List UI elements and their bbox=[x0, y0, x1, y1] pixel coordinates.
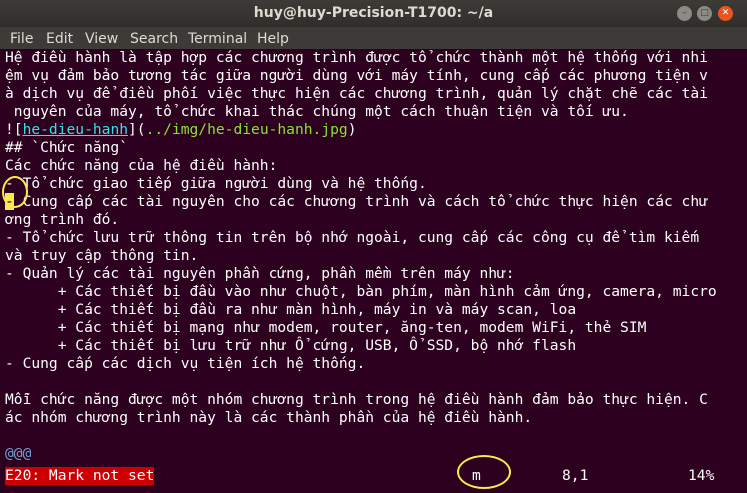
menu-bar: File Edit View Search Terminal Help bbox=[0, 27, 747, 49]
image-alt-text: he-dieu-hanh bbox=[22, 121, 129, 138]
text-line: - Tổ chức lưu trữ thông tin trên bộ nhớ … bbox=[5, 229, 700, 246]
window-title: huy@huy-Precision-T1700: ~/a bbox=[253, 5, 494, 21]
text-line: ơng trình đó. bbox=[5, 211, 120, 228]
menu-edit[interactable]: Edit bbox=[46, 31, 73, 47]
md-bracket: ) bbox=[347, 121, 357, 138]
scroll-percent: 14% bbox=[688, 467, 715, 484]
menu-search[interactable]: Search bbox=[130, 31, 178, 47]
text-line: - Cung cấp các dịch vụ tiện ích hệ thống… bbox=[5, 355, 366, 372]
image-path: ../img/he-dieu-hanh.jpg bbox=[145, 121, 348, 138]
cursor-line-text: Cung cấp các tài nguyên cho các chương t… bbox=[13, 193, 708, 210]
md-bracket: ![ bbox=[5, 121, 23, 138]
menu-view[interactable]: View bbox=[85, 31, 118, 47]
text-line: nguyên của máy, tổ chức khai thác chúng … bbox=[5, 103, 629, 120]
filler-line: @@@ bbox=[5, 445, 32, 462]
minimize-button[interactable]: – bbox=[677, 6, 692, 21]
cursor-position: 8,1 bbox=[562, 467, 589, 484]
title-bar: huy@huy-Precision-T1700: ~/a – □ ✕ bbox=[0, 0, 747, 27]
maximize-button[interactable]: □ bbox=[697, 6, 712, 21]
text-line: Hệ điều hành là tập hợp các chương trình… bbox=[5, 49, 708, 66]
highlight-circle bbox=[457, 455, 511, 489]
text-line: + Các thiết bị đầu vào như chuột, bàn ph… bbox=[5, 283, 717, 300]
text-line: + Các thiết bị mạng như modem, router, ă… bbox=[5, 319, 647, 336]
menu-file[interactable]: File bbox=[10, 31, 33, 47]
image-link-line: ![he-dieu-hanh](../img/he-dieu-hanh.jpg) bbox=[5, 121, 356, 139]
text-line: + Các thiết bị đầu ra như màn hình, máy … bbox=[5, 301, 577, 318]
text-line: ác nhóm chương trình này là các thành ph… bbox=[5, 409, 533, 426]
text-line: Mỗi chức năng được một nhóm chương trình… bbox=[5, 391, 708, 408]
text-line: Các chức năng của hệ điều hành: bbox=[5, 157, 278, 174]
text-line: à dịch vụ để điều phối việc thực hiện cá… bbox=[5, 85, 708, 102]
highlight-circle bbox=[2, 176, 28, 208]
text-line: - Quản lý các tài nguyên phần cứng, phần… bbox=[5, 265, 515, 282]
md-bracket: ]( bbox=[128, 121, 146, 138]
scrollbar[interactable] bbox=[741, 49, 747, 493]
heading-line: ## `Chức năng` bbox=[5, 139, 129, 156]
text-line: + Các thiết bị lưu trữ như Ổ cứng, USB, … bbox=[5, 337, 577, 354]
terminal-content[interactable]: Hệ điều hành là tập hợp các chương trình… bbox=[5, 49, 740, 493]
text-line: ệm vụ đảm bảo tương tác giữa người dùng … bbox=[5, 67, 708, 84]
text-line: - Tổ chức giao tiếp giữa người dùng và h… bbox=[5, 175, 427, 192]
menu-terminal[interactable]: Terminal bbox=[188, 31, 247, 47]
cursor-line: - Cung cấp các tài nguyên cho các chương… bbox=[5, 193, 708, 211]
error-message: E20: Mark not set bbox=[5, 467, 155, 485]
text-line: và truy cập thông tin. bbox=[5, 247, 199, 264]
close-button[interactable]: ✕ bbox=[718, 6, 733, 21]
menu-help[interactable]: Help bbox=[257, 31, 289, 47]
